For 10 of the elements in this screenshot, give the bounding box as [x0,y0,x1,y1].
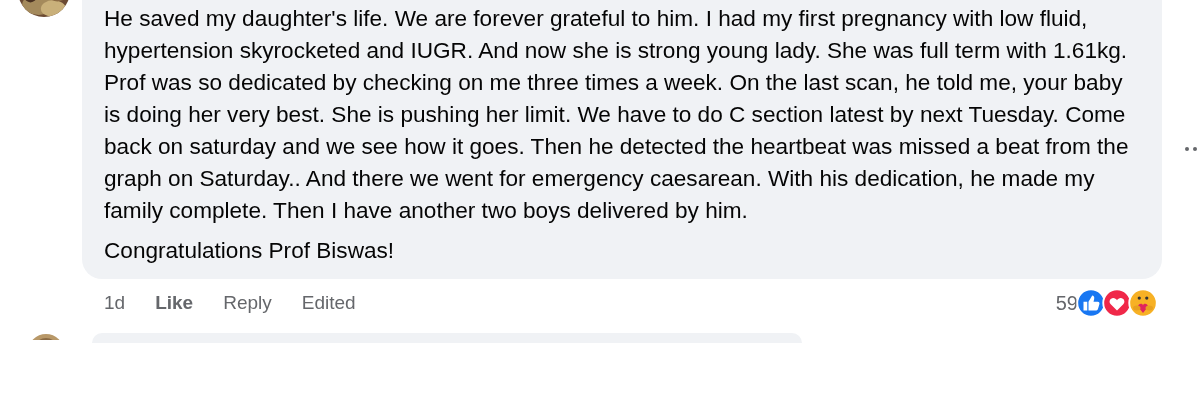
reaction-count[interactable]: 59 [1055,291,1078,315]
hugging-emoji-icon [1128,288,1158,318]
comment-text: He saved my daughter's life. We are forever grateful to him. I had my first pregnancy with low fluid, hypertension skyrocketed and IUGR. And now she is strong young lady. She was full term with 1.61kg. Prof was so dedicated by checking on me three times a week. On the last scan, he told me, your baby is doing her very best. She is pushing her limit. We have to do C section latest by next Tuesday. Come back on saturday and we see how it goes. Then he detected the heartbeat was missed a beat from the graph on Saturday.. And there we went for emergency caesarean. With his dedication, he made my family complete. Then I have another two boys delivered by him. [104,5,1130,225]
reply-button[interactable]: Reply [223,292,272,314]
edited-label: Edited [301,292,356,314]
thumbs-up-icon [1076,288,1106,318]
comment-text: Congratulations Prof Biswas! [104,237,396,265]
timestamp[interactable]: 1d [104,292,126,314]
like-button[interactable]: Like [155,292,194,314]
more-options-icon[interactable] [1184,146,1200,152]
